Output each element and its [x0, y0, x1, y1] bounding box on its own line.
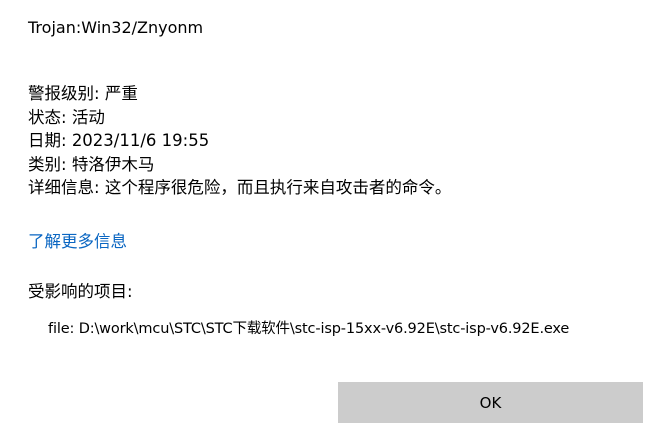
threat-details-list: 警报级别: 严重 状态: 活动 日期: 2023/11/6 19:55 类别: …	[28, 82, 451, 200]
detail-separator: :	[61, 107, 72, 127]
detail-value: 严重	[104, 84, 138, 103]
detail-value: 活动	[71, 107, 105, 127]
detail-date: 日期: 2023/11/6 19:55	[28, 129, 451, 153]
detail-separator: :	[61, 154, 72, 174]
affected-item-type: file:	[48, 321, 75, 337]
detail-alert-level: 警报级别: 严重	[28, 82, 451, 106]
detail-category: 类别: 特洛伊木马	[28, 153, 451, 177]
detail-separator: :	[94, 178, 105, 197]
detail-value: 2023/11/6 19:55	[71, 131, 210, 150]
detail-label: 状态	[28, 107, 61, 127]
ok-button[interactable]: OK	[338, 382, 643, 423]
threat-name: Trojan:Win32/Znyonm	[28, 18, 204, 37]
detail-label: 详细信息	[28, 178, 94, 197]
detail-separator: :	[94, 84, 105, 103]
detail-label: 警报级别	[28, 84, 94, 103]
affected-item: file: D:\work\mcu\STC\STC下载软件\stc-isp-15…	[48, 318, 569, 340]
detail-status: 状态: 活动	[28, 106, 451, 130]
detail-value: 这个程序很危险，而且执行来自攻击者的命令。	[104, 178, 452, 197]
detail-label: 类别	[28, 154, 61, 174]
detail-description: 详细信息: 这个程序很危险，而且执行来自攻击者的命令。	[28, 176, 451, 200]
learn-more-link[interactable]: 了解更多信息	[28, 230, 127, 253]
affected-item-path: D:\work\mcu\STC\STC下载软件\stc-isp-15xx-v6.…	[78, 321, 570, 337]
detail-value: 特洛伊木马	[71, 154, 155, 174]
affected-items-heading: 受影响的项目:	[28, 282, 133, 301]
detail-label: 日期	[28, 131, 61, 150]
detail-separator: :	[61, 131, 72, 150]
